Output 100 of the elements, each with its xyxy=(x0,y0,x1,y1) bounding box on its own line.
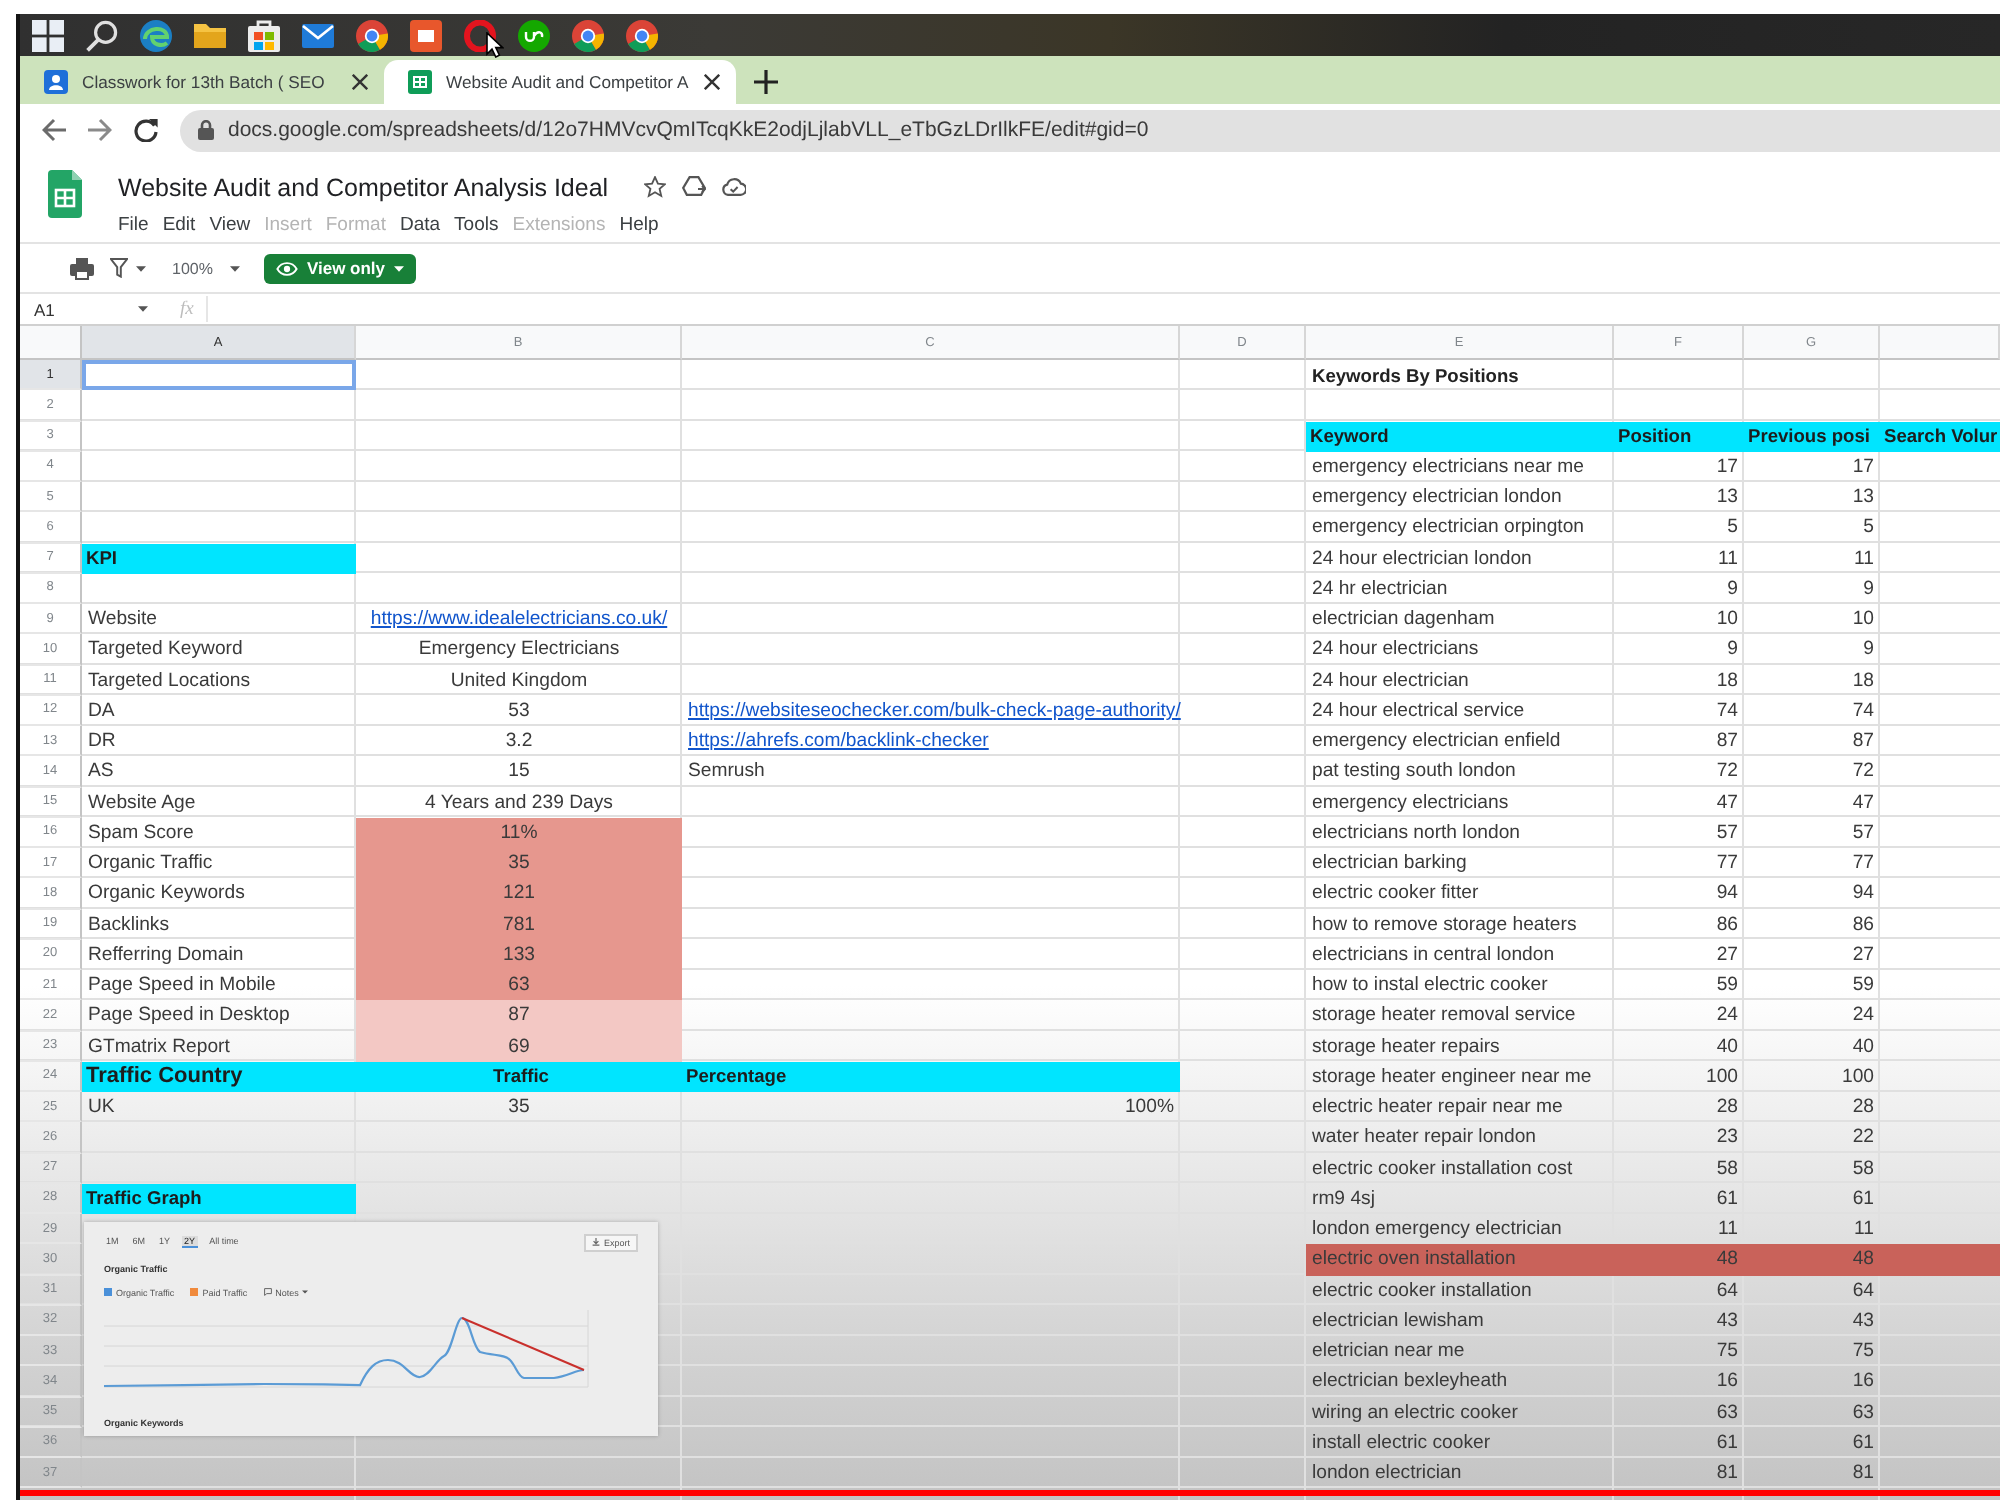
header-cell: KPI xyxy=(82,543,356,574)
table-cell-text: storage heater removal service xyxy=(1310,1002,1578,1031)
folder-icon[interactable] xyxy=(194,19,226,51)
table-cell-text: 40 xyxy=(1850,1033,1876,1062)
table-cell-text: 72 xyxy=(1714,758,1740,787)
table-cell-text: 17 xyxy=(1714,453,1740,482)
table-cell-text: Semrush xyxy=(686,758,767,787)
table-cell-text: DA xyxy=(86,697,117,726)
table-cell-text: electrician bexleyheath xyxy=(1310,1368,1510,1397)
table-cell-text: 58 xyxy=(1714,1155,1740,1184)
menu-item[interactable]: File xyxy=(118,213,149,235)
table-cell-text: 24 hr electrician xyxy=(1310,575,1450,604)
table-cell-text: 64 xyxy=(1714,1277,1740,1306)
print-icon[interactable] xyxy=(70,257,94,279)
table-cell: electric oven installation xyxy=(1306,1244,1614,1275)
table-cell-text: Organic Traffic xyxy=(86,850,215,879)
address-bar[interactable]: docs.google.com/spreadsheets/d/12o7HMVcvQmITcqKkE2odjLjlabVLL_eTbGzLDrIlkFE/edit#gid=0 xyxy=(180,109,2000,151)
search-icon[interactable] xyxy=(86,19,118,51)
table-cell-text: 57 xyxy=(1850,819,1876,848)
menu-item[interactable]: Tools xyxy=(454,213,499,235)
table-cell-text: 58 xyxy=(1850,1155,1876,1184)
download-icon xyxy=(591,1238,600,1246)
table-cell-text: 94 xyxy=(1850,880,1876,909)
circle-icon[interactable] xyxy=(518,19,550,51)
menu-item[interactable]: View xyxy=(209,213,251,235)
zoom-select[interactable]: 100% xyxy=(172,259,241,277)
table-cell-text: emergency electrician enfield xyxy=(1310,728,1563,757)
header-cell: Previous posi xyxy=(1744,421,1880,452)
plus-icon[interactable] xyxy=(754,70,778,94)
table-cell-text: Website Age xyxy=(86,789,198,818)
table-cell-text: 87 xyxy=(1850,728,1876,757)
table-cell-text: 13 xyxy=(1850,484,1876,513)
move-icon[interactable] xyxy=(682,176,707,198)
header-cell: Search Volur xyxy=(1880,421,2000,452)
back-icon[interactable] xyxy=(42,118,66,142)
ring-icon[interactable] xyxy=(626,19,658,51)
menu-item[interactable]: Data xyxy=(399,213,441,235)
table-cell-text: 43 xyxy=(1850,1307,1876,1336)
table-cell: 35 xyxy=(356,848,682,879)
forward-icon[interactable] xyxy=(88,118,112,142)
header-cell: Position xyxy=(1614,421,1744,452)
table-cell-text: 35 xyxy=(506,1094,532,1123)
ring-icon[interactable] xyxy=(464,19,496,51)
browser-tab[interactable]: Classwork for 13th Batch ( SEO xyxy=(20,60,384,104)
envelope-icon[interactable] xyxy=(302,19,334,51)
table-cell-text: 75 xyxy=(1850,1338,1876,1367)
table-cell-text: 9 xyxy=(1861,636,1876,665)
spreadsheet-icon[interactable] xyxy=(48,170,82,218)
caret-icon[interactable] xyxy=(136,265,146,271)
header-cell: Percentage xyxy=(682,1061,1180,1092)
table-cell-text: Website xyxy=(86,606,159,635)
table-cell-text: Page Speed in Mobile xyxy=(86,972,278,1001)
table-cell-text: 63 xyxy=(1850,1399,1876,1428)
table-cell-text: 74 xyxy=(1850,697,1876,726)
table-cell-text: 24 hour electrician xyxy=(1310,667,1471,696)
presentation-icon[interactable] xyxy=(410,19,442,51)
ring-icon[interactable] xyxy=(572,19,604,51)
start-icon[interactable] xyxy=(32,19,64,51)
table-cell-text: 86 xyxy=(1850,911,1876,940)
ring-icon[interactable] xyxy=(356,19,388,51)
close-icon[interactable] xyxy=(352,74,368,90)
menu-item[interactable]: Edit xyxy=(162,213,196,235)
table-cell-text: 75 xyxy=(1714,1338,1740,1367)
table-cell: 11% xyxy=(356,817,682,848)
close-icon[interactable] xyxy=(704,74,720,90)
reload-icon[interactable] xyxy=(134,118,158,142)
cloud-icon[interactable] xyxy=(722,178,747,196)
table-cell-text: electric heater repair near me xyxy=(1310,1094,1565,1123)
table-cell: 69 xyxy=(356,1031,682,1062)
table-cell-text: 24 xyxy=(1850,1002,1876,1031)
table-cell-text: 27 xyxy=(1850,941,1876,970)
url-link[interactable]: https://ahrefs.com/backlink-checker xyxy=(688,730,989,753)
menu-item[interactable]: Help xyxy=(619,213,659,235)
table-cell-text: Refferring Domain xyxy=(86,941,246,970)
filter-icon[interactable] xyxy=(110,258,128,278)
bag-icon[interactable] xyxy=(248,19,280,51)
name-box[interactable]: A1 xyxy=(20,299,160,319)
url-link[interactable]: https://websiteseochecker.com/bulk-check-page-authority/ xyxy=(688,699,1181,722)
table-cell-text: how to remove storage heaters xyxy=(1310,911,1579,940)
table-cell-text: 61 xyxy=(1714,1429,1740,1458)
table-cell-text: Keywords By Positions xyxy=(1310,363,1521,390)
caret-icon xyxy=(302,1290,309,1294)
table-cell-text: electric cooker installation cost xyxy=(1310,1155,1575,1184)
table-cell-text: electricians in central london xyxy=(1310,941,1557,970)
view-only-button[interactable]: View only xyxy=(264,253,416,283)
table-cell: 48 xyxy=(1744,1244,1880,1275)
url-link[interactable]: https://www.idealelectricians.co.uk/ xyxy=(370,608,668,631)
table-cell-text: 47 xyxy=(1850,789,1876,818)
table-cell-text: 13 xyxy=(1714,484,1740,513)
table-cell-text: 61 xyxy=(1850,1185,1876,1214)
star-icon[interactable] xyxy=(644,176,667,198)
table-cell-text: 61 xyxy=(1850,1429,1876,1458)
selected-cell[interactable] xyxy=(82,360,356,391)
table-cell-text: 47 xyxy=(1714,789,1740,818)
table-cell-text: 10 xyxy=(1850,606,1876,635)
table-cell-text: 15 xyxy=(506,758,532,787)
swirl-icon[interactable] xyxy=(140,19,172,51)
browser-tab[interactable]: Website Audit and Competitor A xyxy=(384,60,736,104)
table-cell-text: 27 xyxy=(1714,941,1740,970)
table-cell-text: emergency electrician orpington xyxy=(1310,514,1586,543)
